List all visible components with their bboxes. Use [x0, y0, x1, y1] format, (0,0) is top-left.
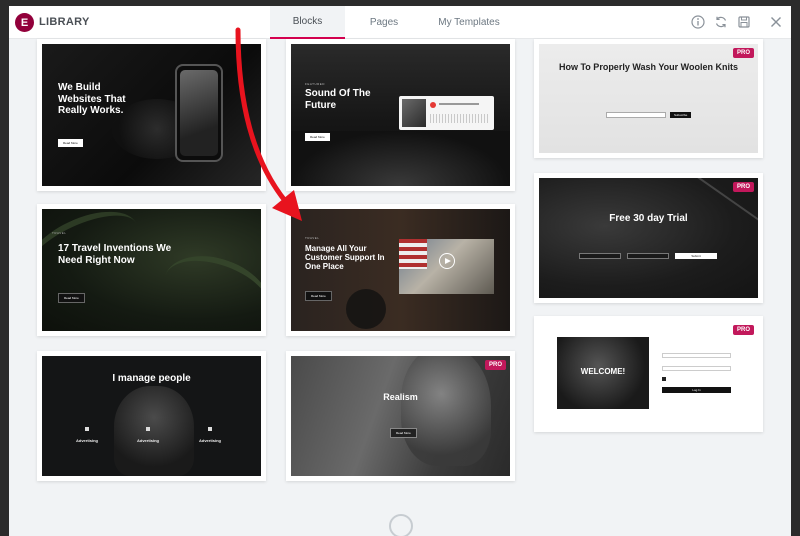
template-button: Read More — [58, 293, 85, 303]
close-icon[interactable] — [769, 15, 783, 29]
template-card[interactable]: Free 30 day Trial Submit PRO — [534, 173, 763, 303]
feature-label: Advertising — [136, 438, 159, 443]
template-headline: I manage people — [112, 373, 191, 384]
template-eyebrow: FEATURED — [305, 82, 325, 86]
tab-blocks[interactable]: Blocks — [270, 6, 345, 39]
template-library-modal: E LIBRARY Blocks Pages My Templates We B… — [9, 6, 791, 536]
pro-badge: PRO — [484, 360, 506, 370]
template-headline: We Build Websites That Really Works. — [58, 82, 126, 116]
template-card[interactable]: I manage people Advertising Advertising … — [37, 351, 266, 481]
template-thumbnail: How To Properly Wash Your Woolen Knits S… — [539, 44, 758, 153]
template-card[interactable]: We Build Websites That Really Works. Rea… — [37, 39, 266, 191]
template-thumbnail: Realism Read More PRO — [291, 356, 510, 476]
template-thumbnail: WELCOME! Log In PRO — [539, 321, 758, 427]
template-card[interactable]: WELCOME! Log In PRO — [534, 316, 763, 432]
pro-badge: PRO — [732, 182, 754, 192]
elementor-logo-icon: E — [15, 13, 34, 32]
template-card[interactable]: TRAVEL Manage All Your Customer Support … — [286, 204, 515, 336]
template-thumbnail: We Build Websites That Really Works. Rea… — [42, 44, 261, 186]
template-eyebrow: TRAVEL — [52, 231, 67, 235]
tab-my-templates[interactable]: My Templates — [423, 6, 515, 39]
feature-label: Advertising — [198, 438, 221, 443]
template-thumbnail: FEATURED Sound Of The Future Read More — [291, 44, 510, 186]
template-card[interactable]: FEATURED Sound Of The Future Read More — [286, 39, 515, 191]
feature-label: Advertising — [75, 438, 98, 443]
template-button: Read More — [58, 139, 83, 147]
template-button: Subscribe — [670, 112, 692, 118]
loading-icon — [389, 514, 413, 536]
template-headline: Sound Of The Future — [305, 88, 371, 111]
library-header: E LIBRARY Blocks Pages My Templates — [9, 6, 791, 39]
template-button: Read More — [305, 133, 330, 141]
pro-badge: PRO — [732, 325, 754, 335]
tab-pages[interactable]: Pages — [354, 6, 414, 39]
template-button: Log In — [662, 387, 731, 393]
sync-icon[interactable] — [714, 15, 728, 29]
template-headline: WELCOME! — [580, 367, 626, 376]
template-button: Read More — [390, 428, 417, 438]
template-headline: Free 30 day Trial — [609, 213, 688, 224]
template-headline: 17 Travel Inventions We Need Right Now — [58, 243, 172, 266]
template-button: Submit — [675, 253, 717, 259]
pro-badge: PRO — [732, 48, 754, 58]
template-card[interactable]: Realism Read More PRO — [286, 351, 515, 481]
template-thumbnail: I manage people Advertising Advertising … — [42, 356, 261, 476]
template-button: Read More — [305, 291, 332, 301]
template-card[interactable]: How To Properly Wash Your Woolen Knits S… — [534, 39, 763, 158]
template-thumbnail: TRAVEL 17 Travel Inventions We Need Righ… — [42, 209, 261, 331]
template-thumbnail: Free 30 day Trial Submit PRO — [539, 178, 758, 298]
template-card[interactable]: TRAVEL 17 Travel Inventions We Need Righ… — [37, 204, 266, 336]
template-headline: Manage All Your Customer Support In One … — [305, 244, 385, 272]
template-headline: Realism — [383, 392, 418, 402]
template-headline: How To Properly Wash Your Woolen Knits — [558, 62, 738, 72]
template-thumbnail: TRAVEL Manage All Your Customer Support … — [291, 209, 510, 331]
template-eyebrow: TRAVEL — [305, 236, 320, 240]
info-icon[interactable] — [691, 15, 705, 29]
save-icon[interactable] — [737, 15, 751, 29]
library-title: LIBRARY — [39, 16, 90, 28]
